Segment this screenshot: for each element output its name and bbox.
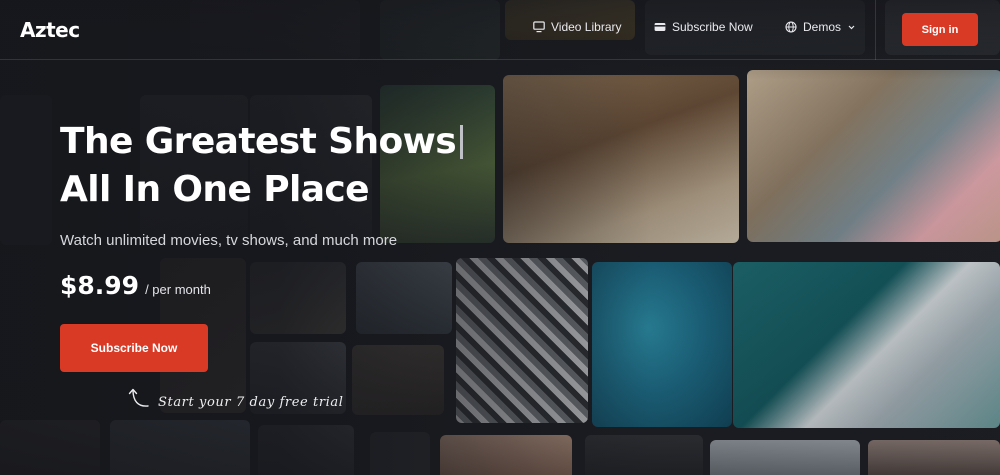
price-row: $8.99 / per month [60, 271, 211, 300]
sign-in-button[interactable]: Sign in [902, 13, 978, 46]
nav-demos[interactable]: Demos [785, 20, 855, 34]
price: $8.99 [60, 271, 140, 300]
credit-card-icon [654, 23, 666, 31]
curved-arrow-icon [128, 388, 149, 407]
hero-title-line-1: The Greatest Shows [60, 121, 457, 162]
monitor-icon [533, 21, 545, 33]
hero-title: The Greatest Shows All In One Place [60, 118, 464, 214]
nav-subscribe-now[interactable]: Subscribe Now [654, 20, 753, 34]
nav-label: Video Library [551, 20, 622, 34]
header-divider [875, 0, 876, 60]
logo[interactable]: Aztec [20, 18, 80, 42]
subscribe-now-button[interactable]: Subscribe Now [60, 324, 208, 372]
price-period: / per month [145, 282, 211, 297]
site-header: Aztec Video Library Subscribe Now Demos … [0, 0, 1000, 60]
chevron-down-icon [848, 25, 855, 29]
hero-title-line-2: All In One Place [60, 169, 370, 210]
trial-text: Start your 7 day free trial [158, 394, 344, 410]
nav-label: Demos [803, 20, 842, 34]
hero-subtitle: Watch unlimited movies, tv shows, and mu… [60, 232, 398, 249]
typing-caret [460, 125, 464, 159]
globe-icon [785, 21, 797, 33]
trial-note: Start your 7 day free trial [128, 386, 344, 410]
nav-label: Subscribe Now [672, 20, 753, 34]
nav-video-library[interactable]: Video Library [533, 20, 622, 34]
